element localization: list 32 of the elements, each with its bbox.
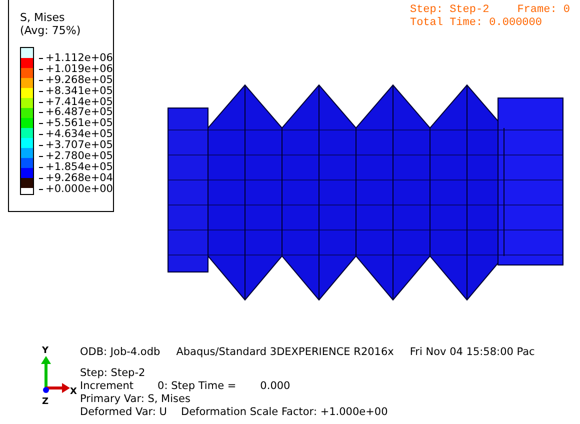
x-axis-label: X bbox=[70, 387, 77, 397]
odb-label: ODB: Job-4.odb bbox=[80, 346, 160, 359]
date-label: Fri Nov 04 15:58:00 Pac bbox=[410, 346, 535, 359]
legend-value: +6.487e+05 bbox=[34, 107, 113, 118]
deformed-var-label: Deformed Var: U bbox=[80, 406, 167, 419]
step-label: Step: Step-2 bbox=[80, 367, 146, 380]
solver-label: Abaqus/Standard 3DEXPERIENCE R2016x bbox=[176, 346, 394, 359]
legend-value: +8.341e+05 bbox=[34, 86, 113, 97]
axis-triad-drawing bbox=[41, 356, 70, 393]
legend-value: +9.268e+05 bbox=[34, 74, 113, 86]
z-axis-label: Z bbox=[42, 397, 49, 406]
total-time-label: Total Time: 0.000000 bbox=[410, 17, 543, 30]
scale-factor-label: Deformation Scale Factor: +1.000e+00 bbox=[180, 406, 388, 419]
legend-value: +0.000e+00 bbox=[34, 184, 113, 195]
step-time-label: 0: Step Time = bbox=[158, 380, 236, 393]
legend-value: +3.707e+05 bbox=[34, 140, 113, 152]
y-axis-label: Y bbox=[42, 346, 49, 356]
increment-label: Increment bbox=[80, 380, 134, 393]
legend-value: +2.780e+05 bbox=[34, 151, 113, 162]
step-label: Step: Step-2 bbox=[410, 4, 490, 17]
legend-value: +1.854e+05 bbox=[34, 162, 113, 173]
primary-var-label: Primary Var: S, Mises bbox=[80, 393, 192, 406]
legend-title: S, Mises bbox=[20, 11, 66, 24]
legend-value: +7.414e+05 bbox=[34, 96, 113, 108]
legend-subtitle: (Avg: 75%) bbox=[20, 24, 82, 37]
step-time-value: 0.000 bbox=[260, 380, 290, 393]
frame-label: Frame: 0 bbox=[517, 4, 570, 17]
legend-value: +5.561e+05 bbox=[34, 118, 113, 130]
legend-value: +1.112e+06 bbox=[34, 53, 113, 64]
legend-value: +9.268e+04 bbox=[34, 172, 113, 184]
legend-value: +1.019e+06 bbox=[34, 64, 113, 75]
legend-value: +4.634e+05 bbox=[34, 129, 113, 140]
